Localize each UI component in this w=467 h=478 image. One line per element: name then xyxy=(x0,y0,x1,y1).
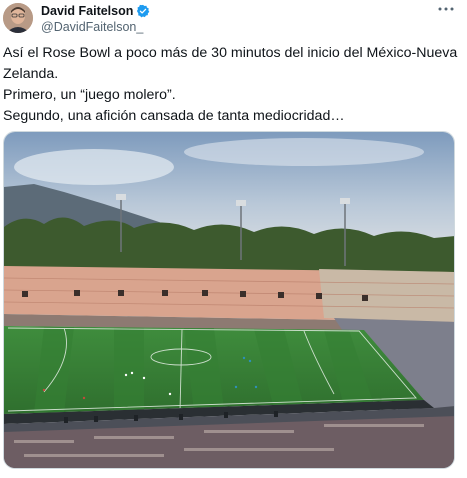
tweet-photo[interactable] xyxy=(3,131,455,469)
tweet-header: David Faitelson @DavidFaitelson_ xyxy=(0,0,467,40)
tweet-line-3: Segundo, una afición cansada de tanta me… xyxy=(3,108,345,124)
stadium-photo-image xyxy=(4,132,454,468)
tweet-line-2: Primero, un “juego molero”. xyxy=(3,87,176,103)
author-avatar[interactable] xyxy=(3,3,33,33)
author-handle[interactable]: @DavidFaitelson_ xyxy=(41,20,150,34)
tweet-text: Así el Rose Bowl a poco más de 30 minuto… xyxy=(3,43,461,127)
author-names: David Faitelson @DavidFaitelson_ xyxy=(41,3,150,34)
more-horizontal-icon[interactable] xyxy=(437,2,455,16)
verified-badge-icon xyxy=(136,4,150,18)
tweet-line-1: Así el Rose Bowl a poco más de 30 minuto… xyxy=(3,45,458,82)
author-display-name[interactable]: David Faitelson xyxy=(41,4,133,18)
